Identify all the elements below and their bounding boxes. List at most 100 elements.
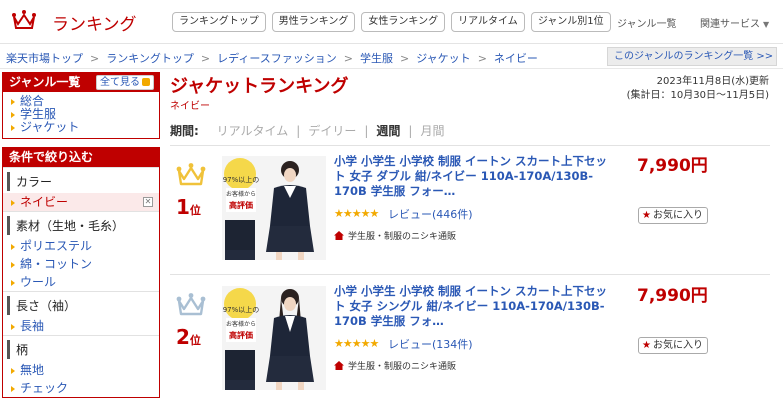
filter-item-check[interactable]: チェック — [3, 379, 159, 397]
genre-ranking-list-button[interactable]: このジャンルのランキング一覧 >> — [607, 47, 777, 66]
star-icon: ★ — [642, 340, 651, 351]
star-icon: ★ — [642, 210, 651, 221]
badge-mid-text: お客様から — [226, 190, 256, 198]
period-label: 期間: — [170, 124, 199, 138]
header-nav: ランキングトップ 男性ランキング 女性ランキング リアルタイム ジャンル別1位 — [172, 12, 611, 32]
filter-item-polyester[interactable]: ポリエステル — [3, 237, 159, 255]
filter-item-solid[interactable]: 無地 — [3, 361, 159, 379]
review-link[interactable]: レビュー(134件) — [388, 336, 473, 352]
filter-section-title: 素材（生地・毛糸） — [7, 216, 159, 235]
genre-item-jacket[interactable]: ジャケット — [11, 121, 159, 134]
page-title: ジャケットランキング — [170, 76, 349, 97]
filter-section-color: カラー ネイビー ✕ — [3, 167, 159, 211]
clear-filter-icon[interactable]: ✕ — [143, 197, 153, 207]
see-all-button[interactable]: 全て見る — [96, 75, 154, 90]
period-separator: | — [408, 124, 413, 138]
shop-link[interactable]: 学生服・制服のニシキ通販 — [334, 359, 456, 372]
period-realtime[interactable]: リアルタイム — [217, 124, 289, 138]
ranking-item: 1位 97%以上の お客様から 高評価 小学 小学生 小学校 制服 イートン ス… — [170, 150, 770, 268]
related-services-menu[interactable]: 関連サービス ▼ — [700, 15, 769, 30]
breadcrumb-item[interactable]: ジャケット — [416, 52, 470, 65]
shop-home-icon — [334, 231, 344, 240]
genre-list-link[interactable]: ジャンル一覧 — [617, 15, 677, 30]
shop-name: 学生服・制服のニシキ通販 — [348, 362, 457, 372]
filter-item-label: ネイビー — [20, 195, 69, 209]
genre-list-label: ジャンル一覧 — [617, 19, 677, 30]
period-selector: 期間: リアルタイム | デイリー | 週間 | 月間 — [170, 122, 444, 139]
rank-suffix: 位 — [189, 334, 201, 347]
period-daily[interactable]: デイリー — [308, 124, 356, 138]
period-separator: | — [364, 124, 369, 138]
breadcrumb-item[interactable]: ランキングトップ — [106, 52, 194, 65]
rating-stars-icon: ★★★★★ — [334, 207, 379, 220]
breadcrumb-item[interactable]: 学生服 — [360, 52, 393, 65]
rank-number: 2位 — [176, 325, 201, 349]
chevron-down-icon: ▼ — [763, 20, 770, 29]
shop-name: 学生服・制服のニシキ通販 — [348, 232, 457, 242]
crown-logo-icon[interactable] — [12, 9, 36, 31]
nav-male-ranking[interactable]: 男性ランキング — [271, 12, 356, 32]
period-monthly[interactable]: 月間 — [420, 124, 444, 138]
breadcrumb-separator: > — [477, 52, 487, 65]
favorite-button[interactable]: ★ お気に入り — [638, 207, 708, 224]
breadcrumb-item[interactable]: ネイビー — [494, 52, 538, 65]
product-name-link[interactable]: 小学 小学生 小学校 制服 イートン スカート上下セット 女子 ダブル 紺/ネイ… — [334, 154, 616, 199]
badge-mid-text: お客様から — [226, 320, 256, 328]
updated-date: 2023年11月8日(水)更新 — [656, 76, 769, 87]
period-weekly[interactable]: 週間 — [376, 124, 400, 138]
uniform-photo-illustration: 97%以上の お客様から 高評価 — [222, 156, 326, 260]
ranking-item: 2位 97%以上の お客様から 高評価 小学 小学生 小学校 制服 イートン ス… — [170, 280, 770, 398]
ranking-logo-link[interactable]: ランキング — [52, 10, 137, 35]
see-all-label: 全て見る — [100, 77, 140, 88]
aggregation-period: (集計日：10月30日〜11月5日) — [626, 90, 769, 101]
filter-section-material: 素材（生地・毛糸） ポリエステル 綿・コットン ウール — [3, 211, 159, 291]
breadcrumb-separator: > — [200, 52, 211, 65]
shop-home-icon — [334, 361, 344, 370]
divider — [170, 274, 770, 275]
product-name-link[interactable]: 小学 小学生 小学校 制服 イートン スカート上下セット 女子 シングル 紺/ネ… — [334, 284, 616, 329]
filter-item-navy[interactable]: ネイビー ✕ — [3, 193, 159, 211]
silver-crown-icon — [176, 293, 206, 316]
genre-box: ジャンル一覧 全て見る 総合 学生服 ジャケット — [2, 72, 160, 139]
filter-item-wool[interactable]: ウール — [3, 273, 159, 291]
favorite-button[interactable]: ★ お気に入り — [638, 337, 708, 354]
filter-section-title: カラー — [7, 172, 159, 191]
gold-crown-icon — [176, 163, 206, 186]
favorite-label: お気に入り — [652, 210, 703, 221]
nav-female-ranking[interactable]: 女性ランキング — [361, 12, 446, 32]
filter-box: 条件で絞り込む カラー ネイビー ✕ 素材（生地・毛糸） ポリエステル 綿・コット… — [2, 147, 160, 398]
genre-box-title: ジャンル一覧 — [9, 75, 81, 89]
breadcrumb-separator: > — [400, 52, 410, 65]
badge-top-text: 97%以上の — [223, 175, 260, 184]
shop-link[interactable]: 学生服・制服のニシキ通販 — [334, 229, 456, 242]
breadcrumb-separator: > — [343, 52, 354, 65]
review-link[interactable]: レビュー(446件) — [388, 206, 473, 222]
update-info: 2023年11月8日(水)更新 (集計日：10月30日〜11月5日) — [627, 75, 769, 103]
filter-item-cotton[interactable]: 綿・コットン — [3, 255, 159, 273]
related-services-label: 関連サービス — [700, 19, 760, 30]
breadcrumb-item[interactable]: 楽天市場トップ — [6, 52, 83, 65]
arrow-square-icon — [142, 78, 150, 86]
breadcrumb-separator: > — [90, 52, 100, 65]
nav-genre-top1[interactable]: ジャンル別1位 — [530, 12, 611, 32]
filter-section-sleeve: 長さ（袖） 長袖 — [3, 291, 159, 335]
badge-top-text: 97%以上の — [223, 305, 260, 314]
nav-realtime[interactable]: リアルタイム — [451, 12, 525, 32]
filter-item-long-sleeve[interactable]: 長袖 — [3, 317, 159, 335]
breadcrumb: 楽天市場トップ > ランキングトップ > レディースファッション > 学生服 > ジャケット > ネ… — [6, 50, 538, 66]
filter-section-title: 柄 — [7, 340, 159, 359]
product-image[interactable]: 97%以上の お客様から 高評価 — [222, 286, 326, 390]
page-subtitle: ネイビー — [170, 101, 210, 112]
divider — [0, 68, 783, 69]
rank-suffix: 位 — [189, 204, 201, 217]
favorite-label: お気に入り — [652, 340, 703, 351]
breadcrumb-item[interactable]: レディースファッション — [217, 52, 337, 65]
product-image[interactable]: 97%以上の お客様から 高評価 — [222, 156, 326, 260]
period-separator: | — [296, 124, 301, 138]
nav-ranking-top[interactable]: ランキングトップ — [172, 12, 266, 32]
rank-value: 1 — [176, 195, 190, 219]
header: ランキング ランキングトップ 男性ランキング 女性ランキング リアルタイム ジャ… — [0, 0, 783, 44]
filter-box-header: 条件で絞り込む — [3, 148, 159, 167]
sidebar: ジャンル一覧 全て見る 総合 学生服 ジャケット 条件で絞り込む カラー ネイビ… — [2, 72, 160, 398]
product-price: 7,990円 — [637, 156, 708, 176]
